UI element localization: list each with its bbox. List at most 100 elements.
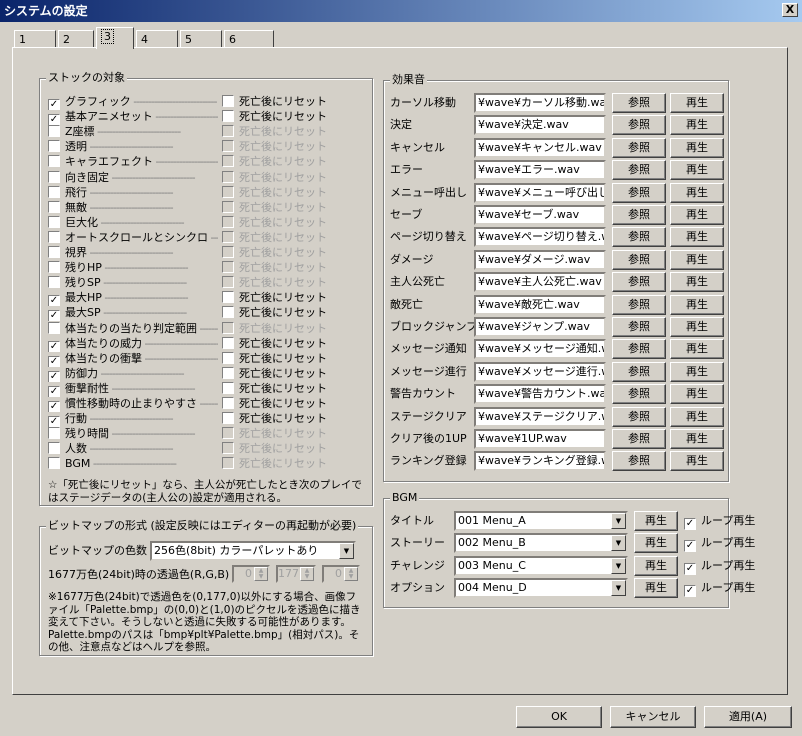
stock-item[interactable]: ✓ 衝撃耐性 ---------------------------- [48,382,218,397]
browse-button[interactable]: 参照 [612,93,666,113]
stock-item[interactable]: 残りSP ---------------------------- [48,276,218,291]
tab-5[interactable]: 5 [180,30,222,48]
play-button[interactable]: 再生 [670,249,724,270]
play-button[interactable]: 再生 [670,272,724,293]
sound-file-input[interactable]: ¥wave¥セーブ.wav [474,205,606,225]
stock-checkbox[interactable] [48,140,60,153]
stock-item[interactable]: BGM ---------------------------- [48,457,218,472]
tab-4[interactable]: 4 [136,30,178,48]
play-button[interactable]: 再生 [670,182,724,203]
sound-file-input[interactable]: ¥wave¥主人公死亡.wav [474,272,606,293]
sound-file-input[interactable]: ¥wave¥ステージクリア.wa [474,406,606,427]
stock-checkbox[interactable] [48,427,60,440]
stock-checkbox[interactable] [48,155,60,168]
bgm-play-button[interactable]: 再生 [634,555,678,576]
browse-button[interactable]: 参照 [612,137,666,158]
stock-checkbox[interactable] [48,321,60,334]
play-button[interactable]: 再生 [670,294,724,315]
sound-file-input[interactable]: ¥wave¥ジャンプ.wav [474,317,606,337]
stock-checkbox[interactable] [48,215,60,228]
reset-checkbox[interactable] [222,381,234,394]
browse-button[interactable]: 参照 [612,182,666,203]
browse-button[interactable]: 参照 [612,160,666,181]
browse-button[interactable]: 参照 [612,361,666,382]
play-button[interactable]: 再生 [670,205,724,225]
stock-item[interactable]: 残りHP ---------------------------- [48,261,218,276]
stock-checkbox[interactable]: ✓ [48,310,60,322]
reset-item[interactable]: 死亡後にリセット [222,351,327,367]
play-button[interactable]: 再生 [670,339,724,360]
stock-checkbox[interactable] [48,125,60,138]
loop-checkbox[interactable]: ✓ [684,585,696,598]
sound-file-input[interactable]: ¥wave¥ページ切り替え.w [474,227,606,248]
chevron-down-icon[interactable]: ▼ [611,535,626,552]
reset-item[interactable]: 死亡後にリセット [222,336,327,352]
browse-button[interactable]: 参照 [612,294,666,315]
browse-button[interactable]: 参照 [612,115,666,136]
reset-checkbox[interactable] [222,95,234,107]
sound-file-input[interactable]: ¥wave¥メニュー呼び出し [474,182,606,203]
stock-item[interactable]: 視界 ---------------------------- [48,246,218,261]
reset-checkbox[interactable] [222,110,234,123]
reset-item[interactable]: 死亡後にリセット [222,95,327,110]
cancel-button[interactable]: キャンセル [610,706,696,728]
loop-checkbox[interactable]: ✓ [684,518,696,530]
stock-item[interactable]: 透明 ---------------------------- [48,140,218,155]
reset-checkbox[interactable] [222,351,234,364]
stock-checkbox[interactable]: ✓ [48,401,60,412]
chevron-down-icon[interactable]: ▼ [339,543,354,559]
tab-6[interactable]: 6 [224,30,274,48]
play-button[interactable]: 再生 [670,317,724,337]
stock-item[interactable]: ✓ 体当たりの衝撃 ---------------------------- [48,352,218,367]
bgm-select[interactable]: 004 Menu_D ▼ [454,578,628,599]
reset-item[interactable]: 死亡後にリセット [222,381,327,397]
chevron-down-icon[interactable]: ▼ [611,580,626,597]
play-button[interactable]: 再生 [670,384,724,405]
browse-button[interactable]: 参照 [612,451,666,472]
stock-checkbox[interactable]: ✓ [48,416,60,428]
stock-item[interactable]: Z座標 ---------------------------- [48,125,218,140]
sound-file-input[interactable]: ¥wave¥ダメージ.wav [474,249,606,270]
stock-item[interactable]: 無敵 ---------------------------- [48,200,218,216]
stock-item[interactable]: ✓ 最大HP ---------------------------- [48,291,218,307]
reset-item[interactable]: 死亡後にリセット [222,306,327,321]
bgm-play-button[interactable]: 再生 [634,511,678,531]
stock-item[interactable]: ✓ 基本アニメセット ---------------------------- [48,110,218,126]
tab-2[interactable]: 2 [58,30,94,48]
loop-checkbox[interactable]: ✓ [684,562,696,575]
reset-checkbox[interactable] [222,336,234,349]
stock-checkbox[interactable] [48,200,60,213]
stock-item[interactable]: ✓ 防御力 ---------------------------- [48,367,218,382]
bgm-select[interactable]: 003 Menu_C ▼ [454,555,628,576]
browse-button[interactable]: 参照 [612,384,666,405]
play-button[interactable]: 再生 [670,227,724,248]
tab-1[interactable]: 1 [14,30,56,48]
loop-toggle[interactable]: ✓ ループ再生 [684,536,755,553]
reset-item[interactable]: 死亡後にリセット [222,412,327,427]
chevron-down-icon[interactable]: ▼ [611,513,626,529]
play-button[interactable]: 再生 [670,361,724,382]
loop-toggle[interactable]: ✓ ループ再生 [684,559,755,575]
browse-button[interactable]: 参照 [612,406,666,427]
bgm-play-button[interactable]: 再生 [634,578,678,599]
sound-file-input[interactable]: ¥wave¥敵死亡.wav [474,294,606,315]
browse-button[interactable]: 参照 [612,317,666,337]
stock-checkbox[interactable] [48,170,60,183]
stock-item[interactable]: 体当たりの当たり判定範囲 ---------------------------… [48,321,218,337]
browse-button[interactable]: 参照 [612,227,666,248]
play-button[interactable]: 再生 [670,429,724,449]
stock-item[interactable]: 人数 ---------------------------- [48,442,218,457]
close-button[interactable]: X [782,3,798,17]
browse-button[interactable]: 参照 [612,429,666,449]
stock-checkbox[interactable] [48,230,60,243]
stock-checkbox[interactable] [48,246,60,258]
browse-button[interactable]: 参照 [612,272,666,293]
play-button[interactable]: 再生 [670,406,724,427]
stock-checkbox[interactable]: ✓ [48,355,60,367]
stock-checkbox[interactable] [48,457,60,470]
stock-item[interactable]: ✓ 最大SP ---------------------------- [48,306,218,322]
reset-checkbox[interactable] [222,412,234,425]
stock-item[interactable]: 飛行 ---------------------------- [48,185,218,201]
reset-item[interactable]: 死亡後にリセット [222,397,327,412]
bitmap-color-select[interactable]: 256色(8bit) カラーパレットあり ▼ [150,541,356,561]
